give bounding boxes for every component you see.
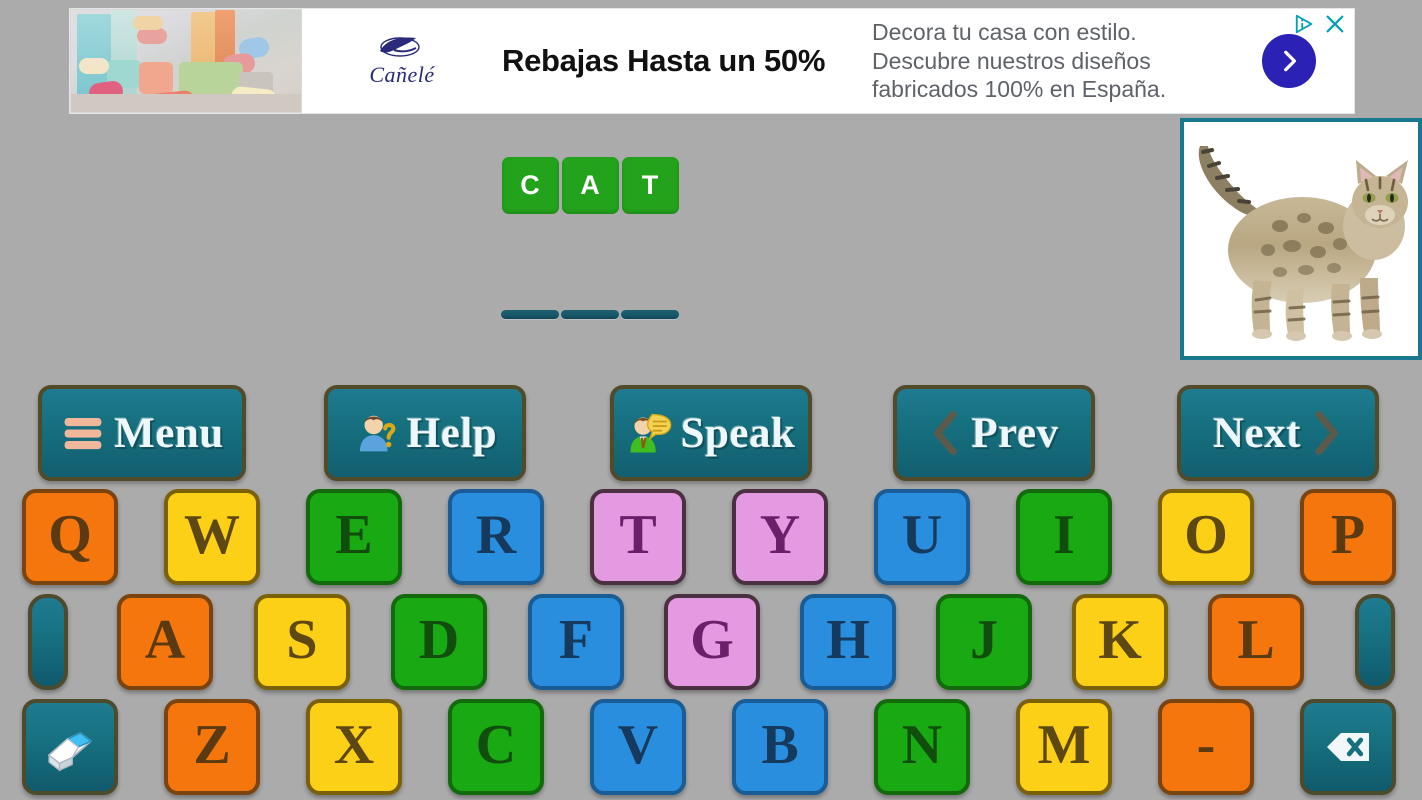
key-R[interactable]: R [448, 489, 544, 585]
key-W[interactable]: W [164, 489, 260, 585]
keyboard-row-3: Z X C V B N M - [0, 695, 1422, 800]
help-button-label: Help [406, 409, 498, 457]
close-icon[interactable] [1322, 11, 1348, 37]
key-V[interactable]: V [590, 699, 686, 795]
answer-slot[interactable] [501, 310, 559, 319]
word-tile: T [621, 157, 679, 214]
word-tile: A [561, 157, 619, 214]
speak-button-label: Speak [680, 409, 796, 457]
cat-image [1184, 122, 1418, 356]
chevron-right-icon [1262, 34, 1316, 88]
on-screen-keyboard: Q W E R T Y U I O P A S D F G H J K L Z … [0, 485, 1422, 800]
ad-brand: Cañelé [302, 9, 502, 113]
chevron-left-icon [934, 411, 958, 455]
menu-button-label: Menu [114, 409, 224, 457]
key-Y[interactable]: Y [732, 489, 828, 585]
key-U[interactable]: U [874, 489, 970, 585]
ad-body-text: Decora tu casa con estilo. Descubre nues… [872, 18, 1167, 103]
eraser-icon [47, 732, 93, 772]
prev-button[interactable]: Prev [893, 385, 1095, 481]
answer-slot[interactable] [621, 310, 679, 319]
picture-card[interactable] [1180, 118, 1422, 360]
key-blank-left[interactable] [28, 594, 68, 690]
speak-button[interactable]: Speak [610, 385, 812, 481]
key-Z[interactable]: Z [164, 699, 260, 795]
app-root: Cañelé Rebajas Hasta un 50% Decora tu ca… [0, 0, 1422, 800]
key-F[interactable]: F [528, 594, 624, 690]
help-button[interactable]: Help [324, 385, 526, 481]
hamburger-menu-icon [60, 410, 106, 456]
key-B[interactable]: B [732, 699, 828, 795]
key-T[interactable]: T [590, 489, 686, 585]
adchoices-icon[interactable] [1292, 11, 1318, 37]
key-C[interactable]: C [448, 699, 544, 795]
menu-button[interactable]: Menu [38, 385, 246, 481]
prev-button-label: Prev [971, 409, 1059, 457]
key-Q[interactable]: Q [22, 489, 118, 585]
toolbar: Menu Help Speak Prev Next [0, 385, 1422, 483]
key-K[interactable]: K [1072, 594, 1168, 690]
ad-headline: Rebajas Hasta un 50% [502, 42, 826, 78]
answer-slot[interactable] [561, 310, 619, 319]
keyboard-row-1: Q W E R T Y U I O P [0, 485, 1422, 590]
key-J[interactable]: J [936, 594, 1032, 690]
key-D[interactable]: D [391, 594, 487, 690]
answer-slots [0, 310, 1180, 319]
key-X[interactable]: X [306, 699, 402, 795]
bird-logo-icon [380, 37, 420, 57]
key-eraser[interactable] [22, 699, 118, 795]
key-O[interactable]: O [1158, 489, 1254, 585]
keyboard-row-2: A S D F G H J K L [0, 590, 1422, 695]
word-tile: C [501, 157, 559, 214]
key-E[interactable]: E [306, 489, 402, 585]
key-hyphen[interactable]: - [1158, 699, 1254, 795]
key-M[interactable]: M [1016, 699, 1112, 795]
chevron-right-icon [1315, 411, 1339, 455]
key-blank-right[interactable] [1355, 594, 1395, 690]
ad-product-image [70, 9, 302, 113]
word-tiles: C A T [0, 157, 1180, 214]
next-button-label: Next [1213, 409, 1301, 457]
key-G[interactable]: G [664, 594, 760, 690]
key-L[interactable]: L [1208, 594, 1304, 690]
key-P[interactable]: P [1300, 489, 1396, 585]
key-S[interactable]: S [254, 594, 350, 690]
ad-brand-name: Cañelé [369, 62, 435, 87]
person-speech-icon [627, 410, 673, 456]
backspace-icon [1327, 733, 1369, 761]
ad-banner[interactable]: Cañelé Rebajas Hasta un 50% Decora tu ca… [70, 9, 1354, 113]
key-A[interactable]: A [117, 594, 213, 690]
cat-illustration-icon [1184, 122, 1418, 356]
key-H[interactable]: H [800, 594, 896, 690]
key-backspace[interactable] [1300, 699, 1396, 795]
key-N[interactable]: N [874, 699, 970, 795]
key-I[interactable]: I [1016, 489, 1112, 585]
next-button[interactable]: Next [1177, 385, 1379, 481]
person-question-icon [353, 410, 399, 456]
